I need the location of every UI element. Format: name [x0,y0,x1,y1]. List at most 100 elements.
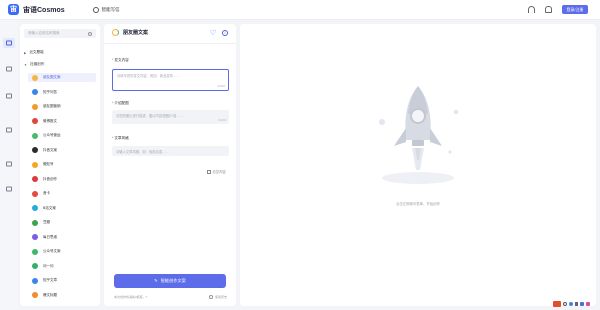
sidebar-item[interactable]: 微贴号 [28,160,96,169]
sidebar-item[interactable]: 音卡 [28,189,96,198]
sidebar-item[interactable]: 公众号营运 [28,131,96,140]
sidebar-item[interactable]: 问一问 [28,262,96,271]
caret-right-icon: ▶ [24,50,27,55]
char-counter: 0/200 [217,84,225,88]
sidebar-item[interactable]: 知乎文章 [28,276,96,285]
app-icon [32,248,38,255]
location-icon[interactable] [5,92,13,100]
app-icon [32,74,38,81]
clock-icon [209,295,213,299]
history-link[interactable]: 使用历史 [209,295,227,299]
generate-button[interactable]: ✎ 智能创作文案 [114,274,226,288]
app-icon [32,190,38,197]
chat-icon[interactable] [5,160,13,168]
sidebar-item[interactable]: 每日思维 [28,233,96,242]
sidebar-item-label: 问一问 [43,263,54,268]
sidebar-item[interactable]: 朋友圈文案 [28,73,96,82]
grid-icon[interactable] [586,302,590,306]
top-bar: 宙 宙语Cosmos 智能写信 登录/注册 [0,0,600,20]
icon-rail [0,20,18,310]
sidebar-item-label: 朋友圈营销 [43,104,61,108]
input-method-icon[interactable] [553,301,561,307]
app-icon [32,292,38,298]
field-label-image: *介绍配图 [112,101,129,105]
group-label: 近文履能 [29,50,44,54]
empty-state-text: 点击左侧填写表单、开始创作 [395,202,441,206]
style-input[interactable]: 请输入文章风格、如：轻松活泼…… [112,146,229,156]
sidebar-item-label: 抖音文案 [43,147,57,152]
app-icon [32,103,38,110]
app-icon [32,234,38,240]
headset-icon[interactable] [528,6,535,13]
form-header: 朋友圈文案 [112,29,148,36]
sidebar-item-label: 微博推文 [43,118,57,123]
sidebar-item-label: 爆文标题 [43,292,57,297]
sidebar-item[interactable]: 朋友圈营销 [28,102,96,111]
sidebar-item-label: 微贴号 [43,162,54,166]
sidebar-item[interactable]: B站文案 [28,204,96,213]
group-label: 社媒创作 [29,62,45,66]
app-icon [32,132,38,139]
app-icon [32,118,38,124]
app-logo[interactable]: 宙 宙语Cosmos [8,4,65,15]
app-icon [32,263,38,269]
form-title: 朋友圈文案 [123,30,149,36]
image-desc-textarea[interactable]: 请您的图片进行描述、图片内容/配图介绍…… 0/200 [112,110,229,124]
sidebar-item-label: 知乎文章 [43,278,57,282]
app-icon [32,147,38,153]
login-button[interactable]: 登录/注册 [562,5,588,14]
mic-icon[interactable] [569,302,573,306]
caret-down-icon: ▼ [24,62,27,67]
cloud-icon[interactable] [5,65,13,73]
trash-icon [207,169,211,174]
sidebar-group-0[interactable]: ▶ 近文履能 [24,50,44,55]
app-icon [32,89,38,95]
top-tab-smart-letter[interactable]: 智能写信 [92,6,120,13]
sidebar-item[interactable]: 公众号文案 [28,247,96,256]
sidebar-item[interactable]: 抖音文案 [28,146,96,155]
top-right-actions: 登录/注册 [528,5,588,14]
logo-mark: 宙 [8,4,19,15]
shirt-icon[interactable] [580,302,584,306]
storage-icon[interactable] [5,185,13,193]
field-label-content: *发文内容 [112,58,129,62]
sidebar-item-label: 知乎问答 [43,89,57,94]
form-panel: 朋友圈文案 ♡ ! *发文内容 请填写您的发文内容、例如：新品发布…… 0/20… [104,24,236,306]
sidebar-item[interactable]: 豆瓣 [28,218,96,227]
app-color-icon [112,29,119,36]
sidebar-item-label: 朋友圈文案 [43,75,61,79]
bell-icon[interactable] [545,6,552,13]
sidebar-item-label: 公众号营运 [43,133,61,137]
app-icon [32,161,38,168]
search-input[interactable]: 请输入应用名称搜索 [24,29,96,38]
app-icon [32,277,38,284]
app-icon [32,176,38,182]
sidebar-item[interactable]: 知乎问答 [28,88,96,97]
search-icon[interactable] [88,31,92,36]
sidebar-item-label: 音卡 [43,191,50,195]
pen-icon: ✎ [154,278,158,283]
system-tray [553,301,592,307]
moon-icon[interactable] [563,302,567,306]
result-panel: 点击左侧填写表单、开始创作 [240,24,596,306]
sidebar-item[interactable]: 微博推文 [28,117,96,126]
rocket-illustration [379,86,459,184]
top-tab-label: 智能写信 [101,6,120,12]
sidebar-item[interactable]: 爆文标题 [28,291,96,300]
info-icon[interactable]: ! [222,30,228,36]
header-divider [104,43,236,44]
sidebar-group-1[interactable]: ▼ 社媒创作 [24,62,44,67]
keyboard-icon[interactable] [575,302,578,306]
clear-button[interactable]: 清空内容 [207,169,226,174]
book-icon[interactable] [5,126,13,134]
sidebar-item[interactable]: 抖音创作 [28,175,96,184]
home-icon[interactable] [3,38,15,48]
content-textarea[interactable]: 请填写您的发文内容、例如：新品发布…… 0/200 [112,69,229,91]
sidebar-item-label: 豆瓣 [43,220,50,224]
target-icon [92,6,99,13]
app-icon [32,219,38,226]
app-sidebar: 请输入应用名称搜索 ▶ 近文履能 ▼ 社媒创作 朋友圈文案知乎问答朋友圈营销微博… [20,24,100,306]
field-label-style: *文章风格 [112,136,129,140]
heart-icon[interactable]: ♡ [210,30,216,37]
sidebar-item-label: 抖音创作 [43,176,57,181]
